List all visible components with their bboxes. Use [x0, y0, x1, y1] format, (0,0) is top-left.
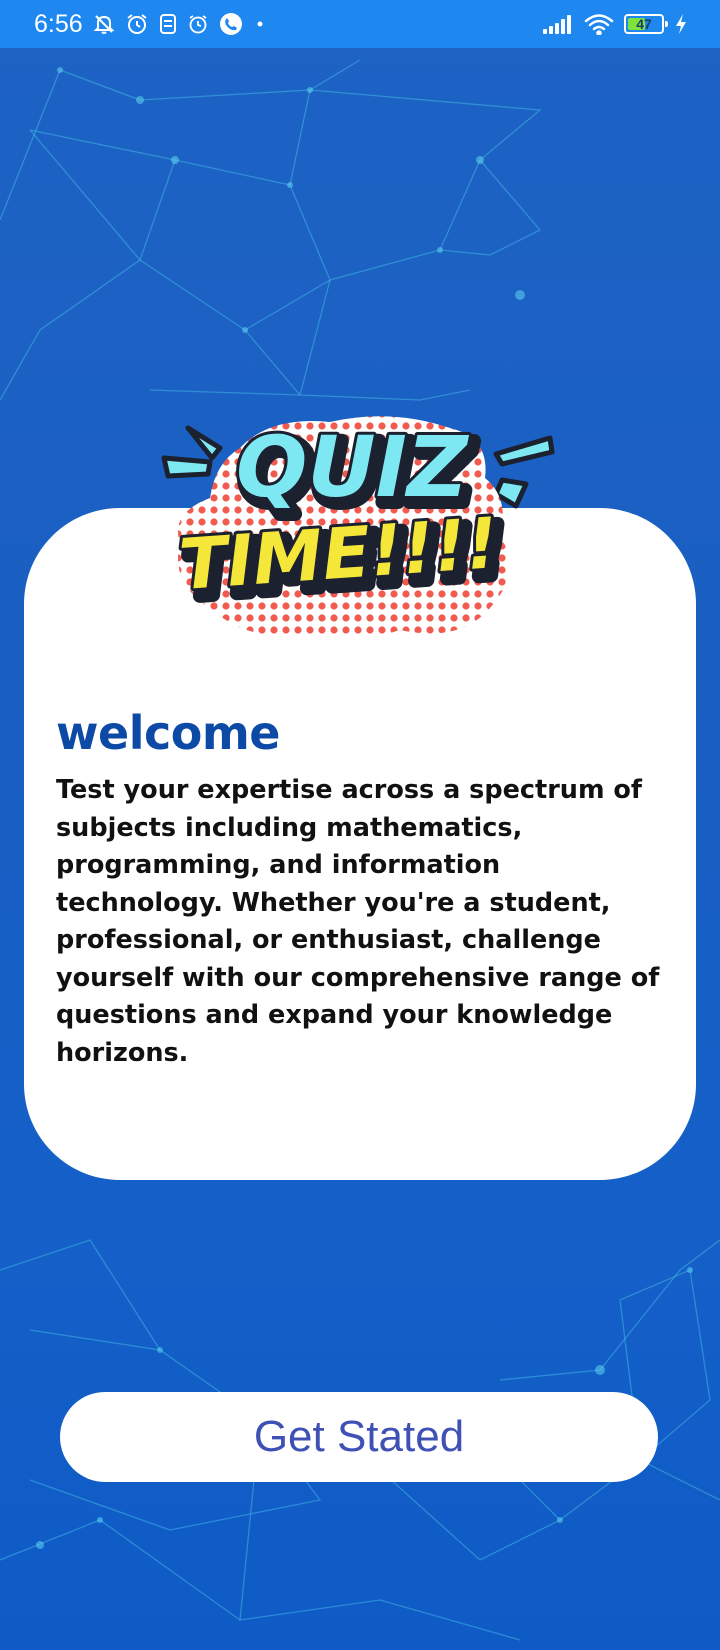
logo-line1: QUIZ — [236, 418, 470, 516]
wifi-icon — [584, 13, 614, 35]
status-bar-right: 47 — [542, 13, 688, 35]
battery-level: 47 — [636, 16, 652, 32]
signal-icon — [542, 13, 574, 35]
clock-time: 6:56 — [34, 9, 83, 38]
welcome-title: welcome — [56, 706, 280, 760]
battery-icon: 47 — [624, 14, 668, 34]
status-bar: 6:56 47 — [0, 0, 720, 48]
get-started-button[interactable]: Get Stated — [60, 1392, 658, 1482]
alarm-clock-icon — [187, 13, 209, 35]
phone-icon — [219, 12, 243, 36]
charging-icon — [674, 13, 688, 35]
welcome-description: Test your expertise across a spectrum of… — [56, 775, 660, 1068]
status-bar-left: 6:56 — [34, 10, 267, 39]
sim-icon — [159, 13, 177, 35]
quiz-time-logo: QUIZ QUIZ TIME!!!! TIME!!!! — [161, 415, 555, 639]
alarm-icon — [125, 12, 149, 36]
dot-icon — [253, 20, 267, 28]
mute-bell-icon — [93, 13, 115, 35]
